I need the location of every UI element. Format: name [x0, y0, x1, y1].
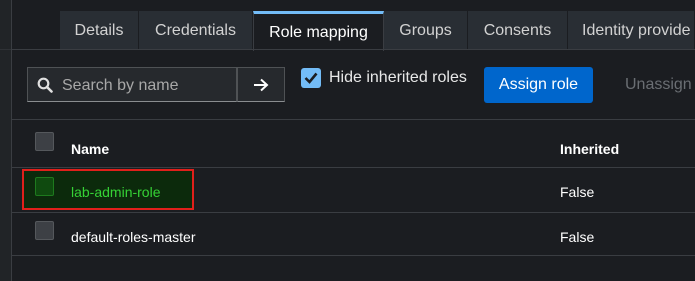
row-divider	[12, 212, 695, 213]
tab-role-mapping[interactable]: Role mapping	[253, 11, 384, 51]
left-sidebar-strip	[0, 0, 11, 281]
tab-bar-underline	[12, 49, 695, 50]
column-header-name[interactable]: Name	[71, 141, 109, 157]
role-inherited-value: False	[560, 184, 595, 200]
search-icon	[37, 77, 53, 93]
role-name-link[interactable]: default-roles-master	[71, 229, 196, 245]
unassign-button[interactable]: Unassign	[611, 67, 695, 103]
column-header-inherited: Inherited	[560, 141, 620, 157]
hide-inherited-checkbox[interactable]	[301, 68, 321, 88]
select-all-checkbox[interactable]	[35, 132, 54, 151]
search-submit-button[interactable]	[237, 67, 285, 102]
tab-bar: Details Credentials Role mapping Groups …	[12, 0, 695, 51]
header-divider	[12, 167, 695, 168]
arrow-right-icon	[254, 78, 269, 91]
row-divider	[12, 255, 695, 256]
assign-role-button[interactable]: Assign role	[484, 67, 593, 103]
tab-credentials[interactable]: Credentials	[139, 11, 253, 50]
tab-details[interactable]: Details	[60, 11, 139, 50]
tab-consents[interactable]: Consents	[468, 11, 568, 50]
role-name-link[interactable]: lab-admin-role	[71, 184, 160, 200]
hide-inherited-label: Hide inherited roles	[329, 69, 467, 86]
row-checkbox[interactable]	[35, 177, 54, 196]
tab-identity-provider[interactable]: Identity provide	[568, 11, 695, 50]
role-inherited-value: False	[560, 229, 595, 245]
row-checkbox[interactable]	[35, 221, 54, 240]
role-mapping-view: Details Credentials Role mapping Groups …	[0, 0, 695, 281]
search-input[interactable]	[60, 68, 234, 103]
tab-groups[interactable]: Groups	[384, 11, 468, 50]
search-box	[27, 67, 237, 103]
toolbar-divider	[12, 119, 695, 120]
checkmark-icon	[304, 72, 318, 84]
